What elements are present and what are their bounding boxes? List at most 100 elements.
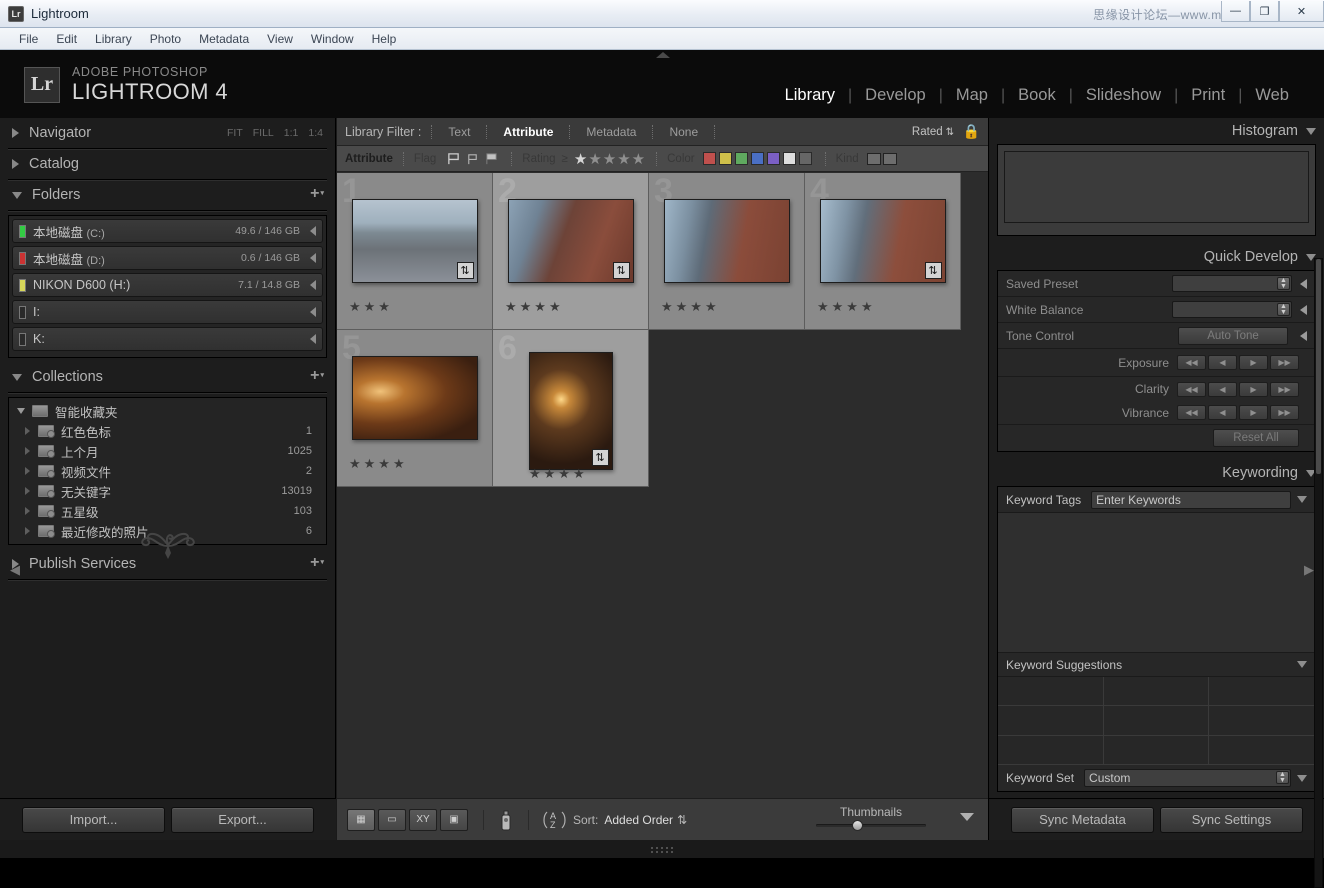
color-swatch-4[interactable] bbox=[750, 152, 764, 165]
keyword-suggestion-cell[interactable] bbox=[1103, 677, 1210, 707]
navigator-zoom-fit[interactable]: FIT bbox=[227, 127, 243, 139]
cell-rating[interactable]: ★★★★ bbox=[817, 299, 876, 315]
add-collection-button[interactable]: + bbox=[310, 367, 323, 385]
adjust-arrow-2[interactable]: ◀ bbox=[1208, 355, 1237, 370]
quick-develop-header[interactable]: Quick Develop bbox=[997, 244, 1316, 270]
collections-header[interactable]: Collections + bbox=[8, 362, 327, 393]
filter-star-1[interactable]: ★ bbox=[574, 150, 588, 168]
adjust-arrow-3[interactable]: ▶ bbox=[1239, 355, 1268, 370]
filter-tab-text[interactable]: Text bbox=[442, 125, 476, 139]
spray-can-icon[interactable] bbox=[496, 808, 516, 832]
develop-badge-icon[interactable]: ⇅ bbox=[612, 262, 630, 279]
loupe-view-button[interactable]: ▭ bbox=[378, 808, 406, 831]
adjust-arrow-4[interactable]: ▶▶ bbox=[1270, 381, 1299, 397]
develop-badge-icon[interactable]: ⇅ bbox=[591, 449, 609, 466]
rated-selector[interactable]: Rated bbox=[912, 126, 954, 138]
folder-caret-icon[interactable] bbox=[310, 280, 316, 290]
folder-row[interactable]: NIKON D600 (H:) 7.1 / 14.8 GB bbox=[12, 273, 323, 297]
filter-star-4[interactable]: ★ bbox=[617, 150, 631, 168]
white-balance-select[interactable]: ▲ ▼ bbox=[1172, 301, 1292, 318]
maximize-button[interactable]: ❐ bbox=[1250, 1, 1279, 22]
folder-row[interactable]: I: bbox=[12, 300, 323, 324]
color-swatch-6[interactable] bbox=[782, 152, 796, 165]
keywording-header[interactable]: Keywording bbox=[997, 460, 1316, 486]
saved-preset-select[interactable]: ▲ ▼ bbox=[1172, 275, 1292, 292]
adjust-arrow-3[interactable]: ▶ bbox=[1239, 405, 1268, 420]
scrollbar-thumb[interactable] bbox=[1316, 259, 1321, 474]
keyword-input[interactable]: Enter Keywords bbox=[1091, 490, 1291, 509]
folder-row[interactable]: 本地磁盘 (C:) 49.6 / 146 GB bbox=[12, 219, 323, 243]
filter-tab-metadata[interactable]: Metadata bbox=[580, 125, 642, 139]
grid-cell[interactable]: 5 ★★★★ bbox=[337, 330, 493, 487]
keyword-suggestion-cell[interactable] bbox=[1209, 735, 1315, 765]
tone-control-caret[interactable] bbox=[1300, 330, 1307, 341]
cell-rating[interactable]: ★★★ bbox=[349, 299, 393, 315]
flag-unflagged-icon[interactable] bbox=[465, 152, 480, 165]
filter-star-2[interactable]: ★ bbox=[588, 150, 602, 168]
adjust-arrow-4[interactable]: ▶▶ bbox=[1270, 405, 1299, 420]
photo-thumbnail[interactable] bbox=[663, 199, 790, 283]
collection-item[interactable]: 上个月 1025 bbox=[11, 441, 324, 461]
thumbnail-size-slider[interactable]: Thumbnails bbox=[816, 805, 926, 831]
adjust-arrow-1[interactable]: ◀◀ bbox=[1177, 381, 1206, 397]
adjust-arrow-1[interactable]: ◀◀ bbox=[1177, 355, 1206, 370]
grid-cell[interactable]: 1 ⇅ ★★★ bbox=[337, 173, 493, 330]
lock-icon[interactable]: 🔒 bbox=[963, 123, 980, 140]
navigator-header[interactable]: Navigator FIT FILL 1:1 1:4 bbox=[8, 118, 327, 149]
navigator-zoom-1-4[interactable]: 1:4 bbox=[308, 127, 323, 139]
menu-item-metadata[interactable]: Metadata bbox=[190, 30, 258, 48]
menu-item-library[interactable]: Library bbox=[86, 30, 141, 48]
sort-value[interactable]: Added Order bbox=[604, 813, 673, 827]
stepper-icon[interactable]: ▲ ▼ bbox=[1277, 303, 1290, 316]
catalog-header[interactable]: Catalog bbox=[8, 149, 327, 180]
collection-item[interactable]: 五星级 103 bbox=[11, 501, 324, 521]
menu-item-help[interactable]: Help bbox=[363, 30, 406, 48]
add-folder-button[interactable]: + bbox=[310, 185, 323, 203]
rating-operator[interactable]: ≥ bbox=[562, 153, 568, 165]
adjust-arrow-1[interactable]: ◀◀ bbox=[1177, 405, 1206, 420]
collection-item[interactable]: 视频文件 2 bbox=[11, 461, 324, 481]
compare-view-button[interactable]: XY bbox=[409, 808, 437, 831]
reset-all-button[interactable]: Reset All bbox=[1213, 429, 1299, 447]
module-book[interactable]: Book bbox=[1005, 86, 1069, 105]
color-swatch-5[interactable] bbox=[766, 152, 780, 165]
navigator-zoom-fill[interactable]: FILL bbox=[253, 127, 274, 139]
module-slideshow[interactable]: Slideshow bbox=[1073, 86, 1174, 105]
right-panel-scrollbar[interactable] bbox=[1314, 258, 1323, 888]
auto-tone-button[interactable]: Auto Tone bbox=[1178, 326, 1288, 345]
cell-rating[interactable]: ★★★★ bbox=[349, 456, 408, 472]
kind-video-icon[interactable] bbox=[882, 152, 897, 165]
slider-knob[interactable] bbox=[852, 820, 864, 831]
color-swatch-2[interactable] bbox=[718, 152, 732, 165]
folder-caret-icon[interactable] bbox=[310, 334, 316, 344]
photo-thumbnail[interactable]: ⇅ bbox=[507, 199, 634, 283]
grid-cell[interactable]: 2 ⇅ ★★★★ bbox=[493, 173, 649, 330]
menu-item-photo[interactable]: Photo bbox=[141, 30, 190, 48]
keyword-list-area[interactable] bbox=[998, 513, 1315, 653]
folder-caret-icon[interactable] bbox=[310, 226, 316, 236]
flag-reject-icon[interactable] bbox=[484, 152, 499, 165]
cell-rating[interactable]: ★★★★ bbox=[661, 299, 720, 315]
collection-item[interactable]: 红色色标 1 bbox=[11, 421, 324, 441]
module-print[interactable]: Print bbox=[1178, 86, 1238, 105]
close-button[interactable]: ✕ bbox=[1279, 1, 1324, 22]
keyword-suggestion-cell[interactable] bbox=[1103, 735, 1210, 765]
flag-pick-icon[interactable] bbox=[446, 152, 461, 165]
grid-cell[interactable]: 6 ⇅ ★★★★ bbox=[493, 330, 649, 487]
folder-caret-icon[interactable] bbox=[310, 307, 316, 317]
sync-settings-button[interactable]: Sync Settings bbox=[1160, 806, 1303, 833]
keyword-suggestion-cell[interactable] bbox=[1103, 706, 1210, 736]
color-swatch-1[interactable] bbox=[702, 152, 716, 165]
import-button[interactable]: Import... bbox=[22, 806, 165, 833]
grid-view-button[interactable]: ▦ bbox=[347, 808, 375, 831]
keyword-set-caret[interactable] bbox=[1297, 774, 1307, 782]
module-map[interactable]: Map bbox=[943, 86, 1001, 105]
menu-item-file[interactable]: File bbox=[10, 30, 47, 48]
toolbar-options-caret[interactable] bbox=[960, 813, 974, 821]
module-library[interactable]: Library bbox=[772, 86, 848, 105]
keyword-suggestion-cell[interactable] bbox=[998, 735, 1104, 765]
grid-cell[interactable]: 4 ⇅ ★★★★ bbox=[805, 173, 961, 330]
photo-thumbnail[interactable] bbox=[351, 356, 478, 440]
minimize-button[interactable]: — bbox=[1221, 1, 1250, 22]
stepper-icon[interactable]: ▲ ▼ bbox=[1276, 771, 1289, 784]
